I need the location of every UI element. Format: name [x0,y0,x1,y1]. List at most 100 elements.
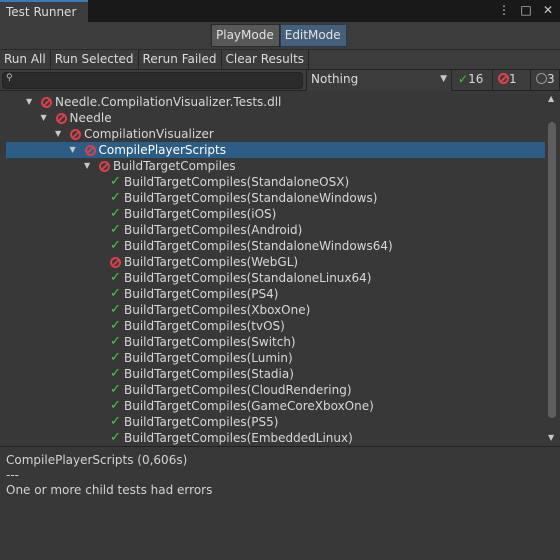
tree-row[interactable]: ✓ BuildTargetCompiles(Lumin) [0,350,545,366]
search-icon: ⚲ [6,73,13,83]
checkmark-icon: ✓ [110,350,121,365]
window-tab[interactable]: Test Runner [0,0,88,22]
checkmark-icon: ✓ [110,286,121,301]
tree-row-label: BuildTargetCompiles(tvOS) [124,319,285,333]
toolbar: Run All Run Selected Rerun Failed Clear … [0,49,560,70]
tree-row[interactable]: ✓ BuildTargetCompiles(Stadia) [0,366,545,382]
passed-count: 16 [468,72,484,86]
editmode-tab[interactable]: EditMode [279,24,347,47]
tree-row-label: CompilationVisualizer [84,127,214,141]
details-separator: --- [6,468,19,482]
tree-row-label: BuildTargetCompiles(WebGL) [124,255,299,269]
mode-bar: PlayMode EditMode [0,22,560,49]
rerun-failed-button[interactable]: Rerun Failed [139,50,222,70]
tree-row[interactable]: ✓ BuildTargetCompiles(XboxOne) [0,302,545,318]
scroll-up-icon[interactable]: ▲ [548,94,554,103]
tree-row[interactable]: ▼ Needle [0,110,545,126]
title-bar: Test Runner ⋮ □ ✕ [0,0,560,22]
test-details-panel: CompilePlayerScripts (0,606s) --- One or… [0,446,560,560]
close-icon[interactable]: ✕ [542,3,554,17]
tree-row[interactable]: ✓ BuildTargetCompiles(Switch) [0,334,545,350]
checkmark-icon: ✓ [110,334,121,349]
tree-row[interactable]: ✓ BuildTargetCompiles(StandaloneLinux64) [0,270,545,286]
details-message: One or more child tests had errors [6,483,213,497]
tree-row-label: BuildTargetCompiles(StandaloneWindows64) [124,239,393,253]
tree-row[interactable]: ▼ BuildTargetCompiles [0,158,545,174]
tree-row-label: BuildTargetCompiles(StandaloneOSX) [124,175,350,189]
checkmark-icon: ✓ [110,206,121,221]
checkmark-icon: ✓ [110,366,121,381]
failed-icon [41,97,52,108]
tree-row[interactable]: ✓ BuildTargetCompiles(GameCoreXboxOne) [0,398,545,414]
maximize-icon[interactable]: □ [520,3,532,17]
expand-arrow-icon[interactable]: ▼ [26,94,36,110]
tree-row-label: BuildTargetCompiles(Android) [124,223,303,237]
not-run-icon [536,73,547,84]
checkmark-icon: ✓ [110,238,121,253]
run-all-button[interactable]: Run All [0,50,51,70]
tree-row-label: BuildTargetCompiles(XboxOne) [124,303,311,317]
checkmark-icon: ✓ [110,222,121,237]
details-title: CompilePlayerScripts (0,606s) [6,453,188,467]
tree-row-label: BuildTargetCompiles(iOS) [124,207,277,221]
checkmark-icon: ✓ [110,414,121,429]
more-vertical-icon[interactable]: ⋮ [498,3,510,17]
expand-arrow-icon[interactable]: ▼ [55,126,65,142]
search-input[interactable]: ⚲ [2,72,303,89]
checkmark-icon: ✓ [110,190,121,205]
tree-row[interactable]: ✓ BuildTargetCompiles(StandaloneWindows64… [0,238,545,254]
category-dropdown-value: Nothing [311,72,359,86]
playmode-tab[interactable]: PlayMode [211,24,280,47]
skipped-count: 3 [547,72,555,86]
checkmark-icon: ✓ [110,398,121,413]
tree-row-label: BuildTargetCompiles(StandaloneWindows) [124,191,378,205]
expand-arrow-icon[interactable]: ▼ [84,158,94,174]
tree-row[interactable]: ✓ BuildTargetCompiles(tvOS) [0,318,545,334]
tree-row-label: BuildTargetCompiles(PS5) [124,415,279,429]
tree-row-label: BuildTargetCompiles(CloudRendering) [124,383,352,397]
tree-row[interactable]: ✓ BuildTargetCompiles(PS4) [0,286,545,302]
scrollbar-thumb[interactable] [548,122,556,418]
checkmark-icon: ✓ [110,382,121,397]
tree-row[interactable]: ▼ CompilationVisualizer [0,126,545,142]
tree-row-label: BuildTargetCompiles(Stadia) [124,367,294,381]
expand-arrow-icon[interactable]: ▼ [41,110,51,126]
tree-row-label: BuildTargetCompiles(Switch) [124,335,296,349]
tree-row[interactable]: BuildTargetCompiles(WebGL) [0,254,545,270]
category-dropdown[interactable]: Nothing ▼ [306,70,452,91]
expand-arrow-icon[interactable]: ▼ [70,142,80,158]
tree-row[interactable]: ✓ BuildTargetCompiles(iOS) [0,206,545,222]
mode-toggle-group: PlayMode EditMode [211,24,347,47]
clear-results-button[interactable]: Clear Results [222,50,310,70]
tree-row-label: CompilePlayerScripts [98,143,226,157]
tree-row[interactable]: ✓ BuildTargetCompiles(EmbeddedLinux) [0,430,545,446]
tree-row[interactable]: ▼ CompilePlayerScripts [6,142,545,158]
filter-bar: ⚲ Nothing ▼ ✓16 1 3 [0,70,560,91]
passed-filter-toggle[interactable]: ✓16 [453,70,493,91]
tree-row[interactable]: ✓ BuildTargetCompiles(StandaloneWindows) [0,190,545,206]
scroll-down-icon[interactable]: ▼ [548,433,554,442]
failed-icon [99,161,110,172]
checkmark-icon: ✓ [458,72,469,86]
failed-icon [70,129,81,140]
failed-filter-toggle[interactable]: 1 [493,70,531,91]
tree-row[interactable]: ✓ BuildTargetCompiles(CloudRendering) [0,382,545,398]
tree-row-label: BuildTargetCompiles [113,159,236,173]
tree-row-label: Needle.CompilationVisualizer.Tests.dll [55,95,282,109]
checkmark-icon: ✓ [110,302,121,317]
tree-row[interactable]: ✓ BuildTargetCompiles(StandaloneOSX) [0,174,545,190]
checkmark-icon: ✓ [110,430,121,445]
failed-icon [55,113,67,124]
checkmark-icon: ✓ [110,174,121,189]
tree-row-label: BuildTargetCompiles(PS4) [124,287,279,301]
tree-row[interactable]: ✓ BuildTargetCompiles(PS5) [0,414,545,430]
run-selected-button[interactable]: Run Selected [51,50,139,70]
tree-row-label: BuildTargetCompiles(EmbeddedLinux) [124,431,353,445]
failed-icon [84,145,96,156]
tree-row[interactable]: ✓ BuildTargetCompiles(Android) [0,222,545,238]
skipped-filter-toggle[interactable]: 3 [531,70,560,91]
tree-row[interactable]: ▼ Needle.CompilationVisualizer.Tests.dll [0,94,545,110]
checkmark-icon: ✓ [110,318,121,333]
tree-scrollbar[interactable]: ▲ ▼ [545,92,560,446]
tree-row-label: Needle [69,111,112,125]
